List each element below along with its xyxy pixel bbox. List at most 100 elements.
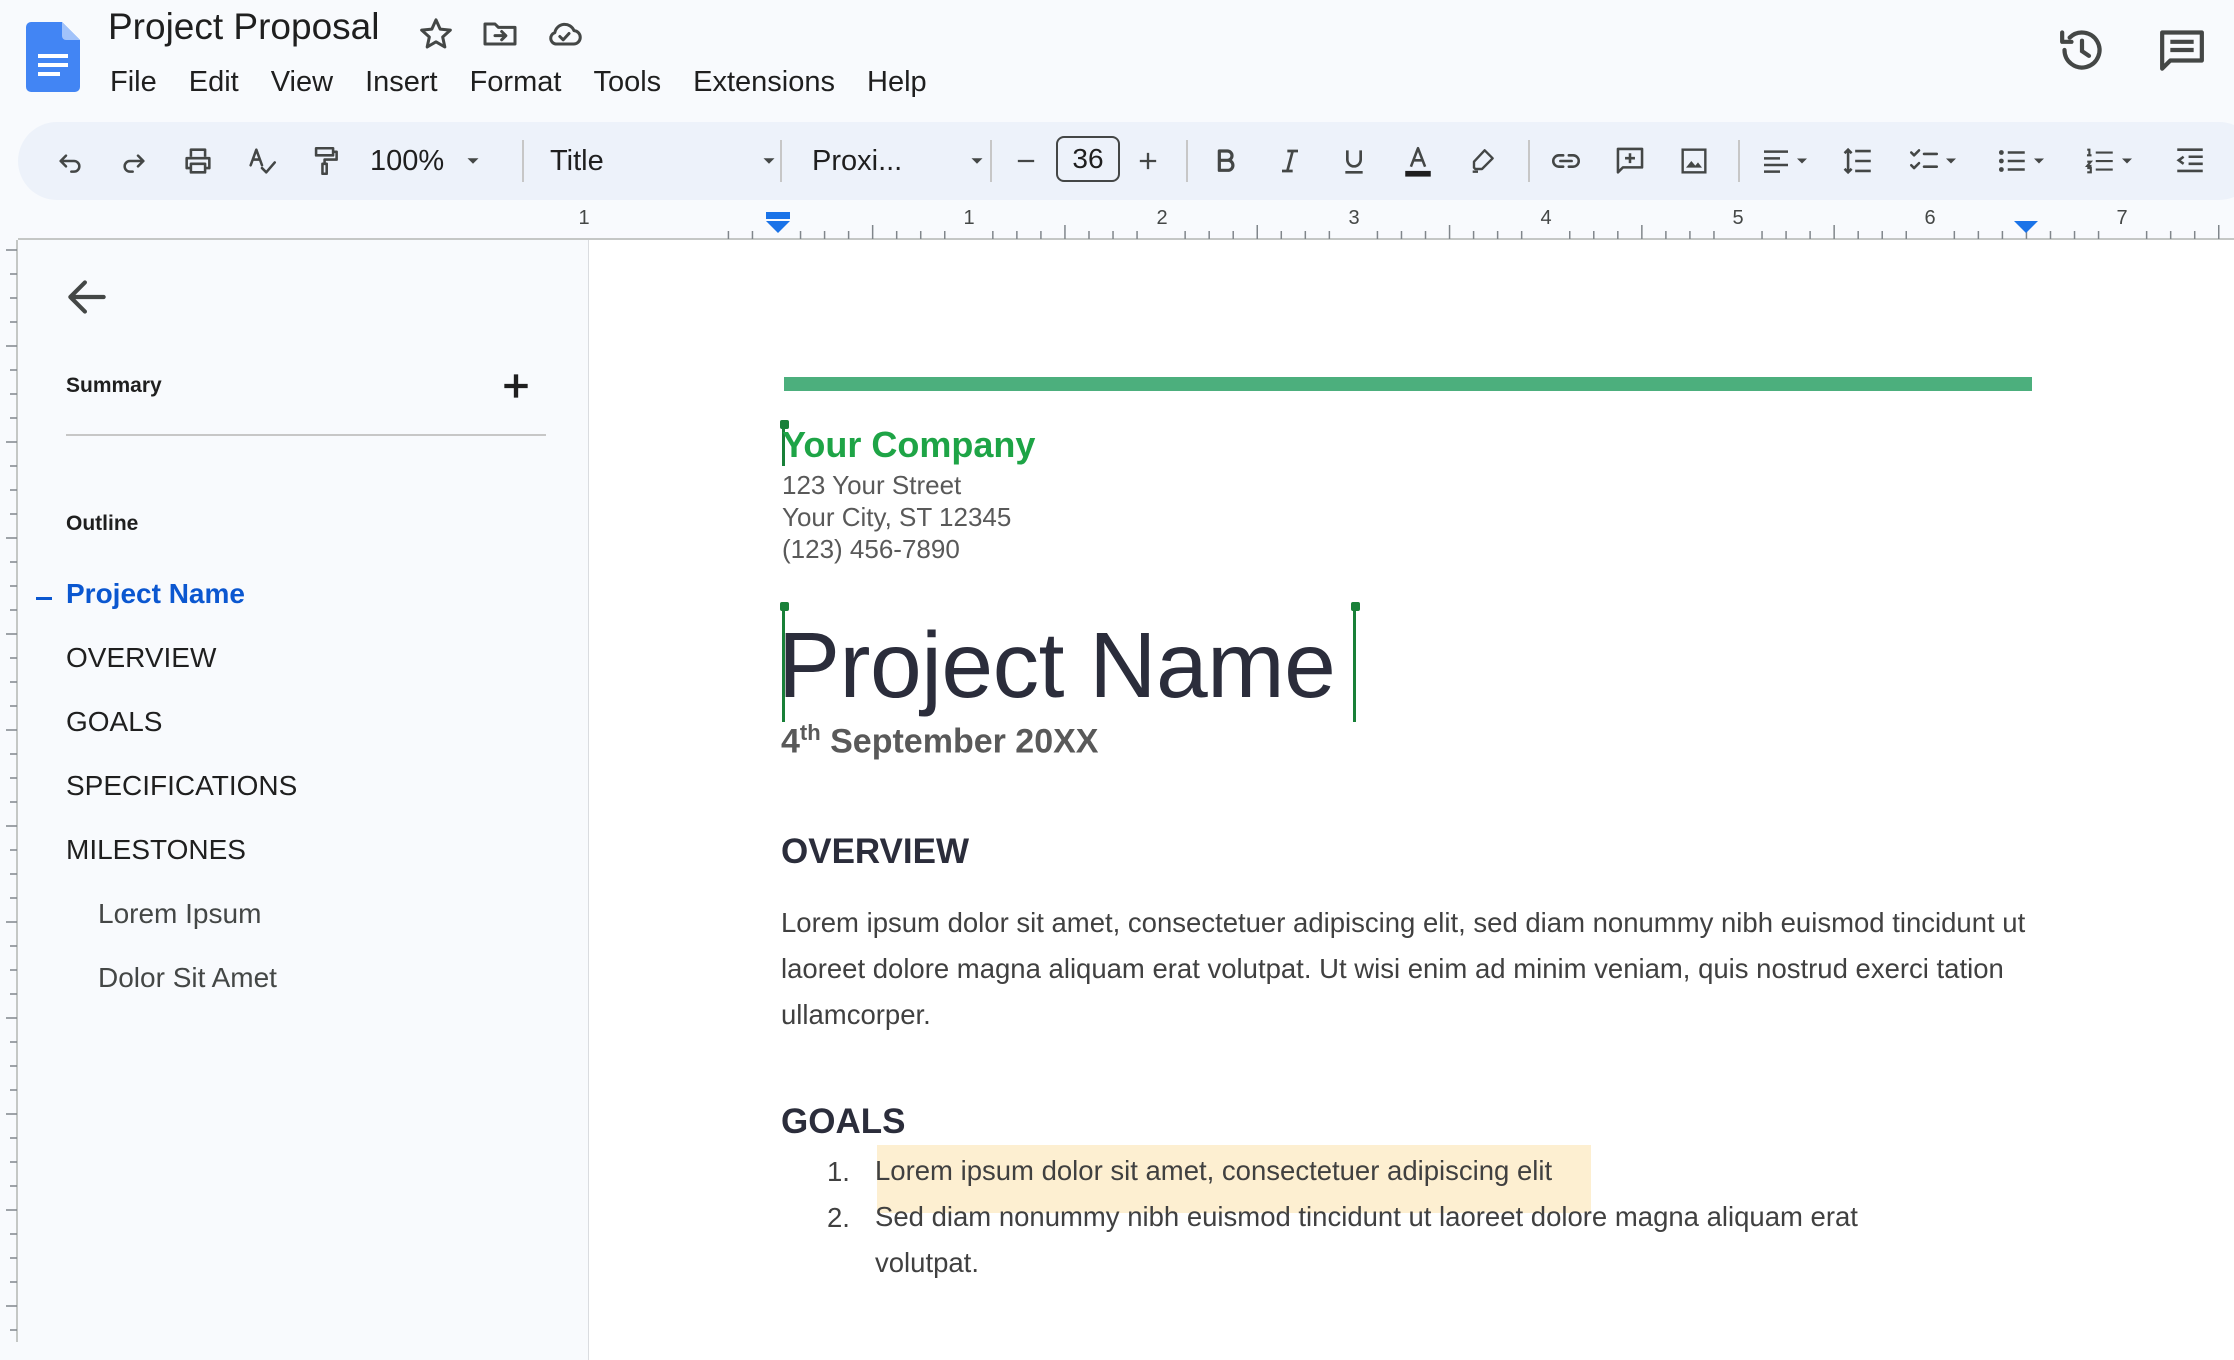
font-size-input[interactable]: 36: [1056, 136, 1120, 182]
overview-paragraph[interactable]: Lorem ipsum dolor sit amet, consectetuer…: [781, 900, 2041, 1038]
toolbar-divider: [780, 140, 782, 182]
ruler-ticks: [6, 249, 17, 1331]
toolbar-divider: [1186, 140, 1188, 182]
outline-item-specifications[interactable]: SPECIFICATIONS: [66, 770, 297, 802]
paragraph-style-value: Title: [550, 144, 604, 177]
image-icon: [1681, 148, 1707, 174]
bulleted-list-button[interactable]: [1986, 122, 2058, 200]
document-page[interactable]: Your Company 123 Your Street Your City, …: [588, 240, 2234, 1360]
project-title[interactable]: Project Name: [778, 612, 1336, 719]
chevron-down-icon: [467, 158, 479, 164]
address-line[interactable]: 123 Your Street: [782, 470, 961, 501]
undo-icon: [59, 154, 81, 173]
align-button[interactable]: [1754, 122, 1818, 200]
goals-heading[interactable]: GOALS: [781, 1102, 905, 1142]
ruler-label: 1: [578, 207, 589, 229]
numbered-list-button[interactable]: [2074, 122, 2146, 200]
address-line[interactable]: Your City, ST 12345: [782, 502, 1011, 533]
date-rest: September 20XX: [820, 722, 1099, 761]
move-folder-icon[interactable]: [480, 14, 520, 54]
highlighter-icon: [1472, 149, 1494, 173]
checklist-button[interactable]: [1898, 122, 1970, 200]
selection-handle: [1353, 604, 1356, 722]
app-header: Project Proposal File Edit View Insert F…: [0, 0, 2234, 118]
font-select[interactable]: Proxi...: [812, 122, 988, 200]
highlight-color-button[interactable]: [1460, 122, 1504, 200]
line-spacing-icon: [1843, 147, 1871, 175]
history-icon[interactable]: [2054, 22, 2110, 78]
print-button[interactable]: [176, 122, 220, 200]
menu-extensions[interactable]: Extensions: [677, 62, 851, 102]
add-comment-icon: [1616, 147, 1644, 174]
menu-file[interactable]: File: [94, 62, 173, 102]
horizontal-ruler[interactable]: 1 1 2 3 4 5 6 7: [0, 206, 2234, 240]
add-summary-icon[interactable]: [496, 366, 536, 406]
spellcheck-icon: [249, 148, 277, 174]
bulleted-list-icon: [1998, 150, 2025, 172]
outline-item-milestones[interactable]: MILESTONES: [66, 834, 246, 866]
menu-tools[interactable]: Tools: [577, 62, 677, 102]
redo-icon: [123, 154, 145, 173]
project-date[interactable]: 4th September 20XX: [781, 720, 1098, 761]
bold-icon: [1217, 149, 1235, 172]
menu-insert[interactable]: Insert: [349, 62, 454, 102]
company-name[interactable]: Your Company: [782, 424, 1035, 466]
ruler-label: 1: [963, 207, 974, 229]
line-spacing-button[interactable]: [1836, 122, 1880, 200]
italic-icon: [1282, 149, 1298, 173]
menu-bar: File Edit View Insert Format Tools Exten…: [94, 62, 943, 102]
outline-item-lorem-ipsum[interactable]: Lorem Ipsum: [98, 898, 261, 930]
zoom-select[interactable]: 100%: [370, 122, 490, 200]
underline-icon: [1345, 150, 1363, 174]
outline-item-dolor-sit-amet[interactable]: Dolor Sit Amet: [98, 962, 277, 994]
address-line[interactable]: (123) 456-7890: [782, 534, 960, 565]
minus-icon: [1017, 159, 1035, 163]
increase-font-size-button[interactable]: [1128, 122, 1168, 200]
chevron-down-icon: [1946, 158, 1956, 164]
insert-link-button[interactable]: [1544, 122, 1588, 200]
paragraph-style-select[interactable]: Title: [550, 122, 780, 200]
paint-format-button[interactable]: [304, 122, 348, 200]
italic-button[interactable]: [1268, 122, 1312, 200]
outline-item-goals[interactable]: GOALS: [66, 706, 162, 738]
link-icon: [1552, 154, 1580, 168]
menu-view[interactable]: View: [255, 62, 349, 102]
toolbar-divider: [522, 140, 524, 182]
undo-button[interactable]: [48, 122, 92, 200]
document-title[interactable]: Project Proposal: [108, 6, 379, 48]
list-number: 1.: [827, 1156, 850, 1187]
text-color-button[interactable]: [1396, 122, 1440, 200]
outline-item-overview[interactable]: OVERVIEW: [66, 642, 216, 674]
docs-logo[interactable]: [26, 22, 80, 92]
back-arrow-icon[interactable]: [62, 272, 112, 322]
numbered-list-icon: [2084, 148, 2113, 174]
outline-sidebar: Summary Outline Project Name OVERVIEW GO…: [18, 240, 586, 1342]
chevron-down-icon: [763, 158, 775, 164]
overview-heading[interactable]: OVERVIEW: [781, 832, 969, 872]
chevron-down-icon: [971, 158, 983, 164]
underline-button[interactable]: [1332, 122, 1376, 200]
decrease-font-size-button[interactable]: [1006, 122, 1046, 200]
bold-button[interactable]: [1204, 122, 1248, 200]
menu-edit[interactable]: Edit: [173, 62, 255, 102]
redo-button[interactable]: [112, 122, 156, 200]
sidebar-divider: [66, 434, 546, 436]
list-number: 2.: [827, 1202, 850, 1233]
chevron-down-icon: [1797, 158, 1807, 164]
goal-item[interactable]: Lorem ipsum dolor sit amet, consectetuer…: [875, 1148, 1875, 1194]
header-accent-bar: [784, 377, 2032, 391]
insert-image-button[interactable]: [1672, 122, 1716, 200]
zoom-value: 100%: [370, 144, 445, 177]
outline-item-project-name[interactable]: Project Name: [66, 578, 245, 610]
menu-help[interactable]: Help: [851, 62, 943, 102]
toolbar-divider: [1528, 140, 1530, 182]
vertical-ruler[interactable]: [0, 240, 18, 1342]
add-comment-button[interactable]: [1608, 122, 1652, 200]
cloud-saved-icon[interactable]: [544, 14, 584, 54]
decrease-indent-button[interactable]: [2168, 122, 2212, 200]
goal-item[interactable]: Sed diam nonummy nibh euismod tincidunt …: [875, 1194, 1955, 1286]
comments-icon[interactable]: [2154, 22, 2210, 78]
spellcheck-button[interactable]: [240, 122, 284, 200]
menu-format[interactable]: Format: [454, 62, 578, 102]
star-icon[interactable]: [416, 14, 456, 54]
